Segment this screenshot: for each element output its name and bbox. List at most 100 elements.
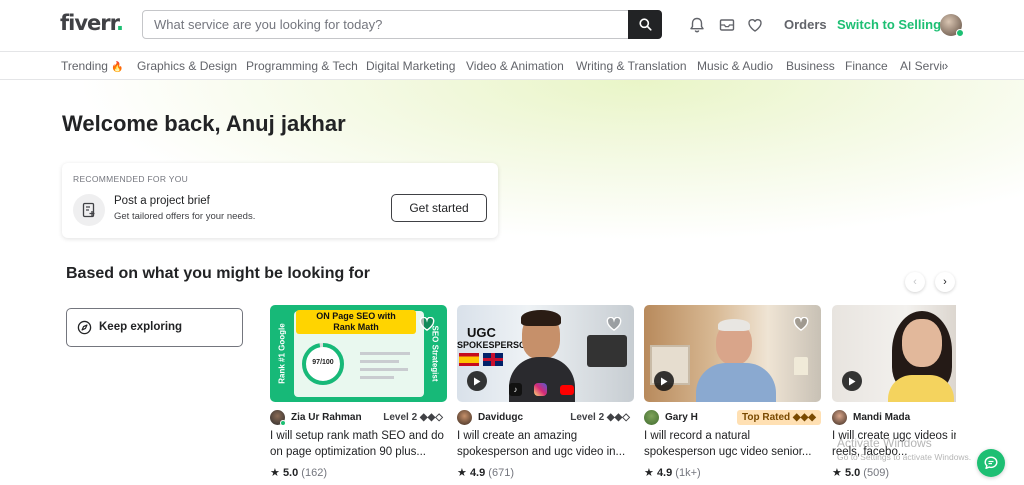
- gig-title[interactable]: I will record a natural spokesperson ugc…: [644, 428, 821, 460]
- gig-thumb-chart: [360, 349, 416, 389]
- gig-title[interactable]: I will setup rank math SEO and do on pag…: [270, 428, 447, 460]
- seller-name[interactable]: Zia Ur Rahman: [291, 412, 362, 423]
- gig-card[interactable]: Gary H Top Rated ◆◆◆ I will record a nat…: [644, 305, 821, 485]
- instagram-icon: [534, 383, 547, 396]
- favorites-heart-icon[interactable]: [746, 16, 764, 34]
- seller-name[interactable]: Davidugc: [478, 412, 523, 423]
- play-icon: [661, 377, 668, 385]
- gig-thumbnail[interactable]: [832, 305, 956, 402]
- search-icon: [638, 18, 652, 31]
- seller-avatar[interactable]: [644, 410, 659, 425]
- gig-thumb-ugc: UGC: [467, 325, 496, 340]
- gig-thumbnail[interactable]: [644, 305, 821, 402]
- top-rated-badge: Top Rated ◆◆◆: [737, 410, 821, 425]
- user-avatar[interactable]: [940, 14, 964, 37]
- gig-rating: ★ 4.9 (1k+): [644, 467, 701, 479]
- person-body: [696, 363, 776, 402]
- gig-thumbnail[interactable]: ON Page SEO with Rank Math Rank #1 Google…: [270, 305, 447, 402]
- chevron-right-icon: ›: [943, 276, 947, 288]
- score-text: 97/100: [312, 359, 334, 366]
- seller-avatar[interactable]: [457, 410, 472, 425]
- play-button[interactable]: [467, 371, 487, 391]
- mail-icon[interactable]: [718, 16, 736, 34]
- seller-name[interactable]: Mandi Mada: [853, 412, 910, 423]
- orders-link[interactable]: Orders: [784, 17, 827, 32]
- gig-title[interactable]: I will create an amazing spokesperson an…: [457, 428, 634, 460]
- fire-icon: 🔥: [111, 62, 124, 73]
- star-icon: ★: [457, 467, 467, 479]
- seller-row: Gary H Top Rated ◆◆◆: [644, 410, 821, 426]
- gig-card[interactable]: UGC SPOKESPERSON ♪ Davidugc Level 2 ◆◆◇ …: [457, 305, 634, 485]
- gig-thumbnail[interactable]: UGC SPOKESPERSON ♪: [457, 305, 634, 402]
- recommended-label: RECOMMENDED FOR YOU: [73, 174, 189, 184]
- seller-avatar[interactable]: [832, 410, 847, 425]
- category-graphics-design[interactable]: Graphics & Design: [137, 59, 237, 73]
- gig-card[interactable]: ON Page SEO with Rank Math Rank #1 Google…: [270, 305, 447, 485]
- gig-thumb-side-text-left: Rank #1 Google: [277, 323, 287, 384]
- compass-icon: [77, 320, 92, 335]
- category-writing-translation[interactable]: Writing & Translation: [576, 59, 687, 73]
- recommended-card: RECOMMENDED FOR YOU Post a project brief…: [62, 163, 498, 238]
- gig-rating: ★ 4.9 (671): [457, 467, 514, 479]
- seller-row: Davidugc Level 2 ◆◆◇: [457, 410, 634, 426]
- windows-watermark-subtitle: Go to Settings to activate Windows.: [837, 452, 972, 462]
- person-hair: [718, 319, 750, 331]
- seller-row: Mandi Mada: [832, 410, 956, 426]
- keep-exploring-button[interactable]: Keep exploring: [66, 308, 243, 347]
- gig-rating: ★ 5.0 (509): [832, 467, 889, 479]
- heart-icon[interactable]: [793, 317, 809, 331]
- top-header: fiverr. Orders Switch to Selling: [0, 0, 1024, 50]
- category-music-audio[interactable]: Music & Audio: [697, 59, 773, 73]
- recommended-subtitle: Get tailored offers for your needs.: [114, 211, 256, 222]
- carousel-prev-button[interactable]: ‹: [905, 272, 925, 292]
- tiktok-icon: ♪: [509, 383, 522, 396]
- category-video-animation[interactable]: Video & Animation: [466, 59, 564, 73]
- category-programming-tech[interactable]: Programming & Tech: [246, 59, 358, 73]
- welcome-heading: Welcome back, Anuj jakhar: [62, 111, 346, 136]
- search-bar: [142, 10, 662, 39]
- search-input[interactable]: [143, 11, 629, 38]
- play-button[interactable]: [842, 371, 862, 391]
- category-ai-services[interactable]: AI Servic: [900, 59, 944, 73]
- person-body: [888, 375, 954, 402]
- play-icon: [474, 377, 481, 385]
- carousel-next-button[interactable]: ›: [935, 272, 955, 292]
- category-scroll-right-icon[interactable]: ›: [944, 58, 948, 73]
- get-started-button[interactable]: Get started: [391, 194, 487, 222]
- seller-row: Zia Ur Rahman Level 2 ◆◆◇: [270, 410, 447, 426]
- star-icon: ★: [270, 467, 280, 479]
- recommended-title: Post a project brief: [114, 195, 210, 207]
- category-finance[interactable]: Finance: [845, 59, 888, 73]
- gig-rating: ★ 5.0 (162): [270, 467, 327, 479]
- category-business[interactable]: Business: [786, 59, 835, 73]
- gig-thumb-banner: ON Page SEO with Rank Math: [296, 310, 416, 334]
- heart-icon[interactable]: [419, 317, 435, 331]
- windows-watermark-title: Activate Windows: [837, 436, 932, 450]
- brief-icon: [73, 194, 105, 226]
- flag-uk: [483, 353, 503, 366]
- switch-to-selling-link[interactable]: Switch to Selling: [837, 17, 941, 32]
- seller-level: Level 2 ◆◆◇: [570, 412, 630, 423]
- play-button[interactable]: [654, 371, 674, 391]
- category-trending[interactable]: Trending 🔥: [61, 59, 124, 73]
- category-nav: Trending 🔥 Graphics & Design Programming…: [0, 51, 1024, 80]
- chat-icon: [984, 456, 998, 469]
- star-icon: ★: [644, 467, 654, 479]
- online-status-dot: [956, 29, 964, 37]
- flag-spain: [459, 353, 479, 366]
- keep-exploring-label: Keep exploring: [99, 321, 183, 333]
- seller-name[interactable]: Gary H: [665, 412, 698, 423]
- seller-avatar[interactable]: [270, 410, 286, 426]
- category-digital-marketing[interactable]: Digital Marketing: [366, 59, 455, 73]
- chat-button[interactable]: [977, 449, 1005, 477]
- lamp-shape: [794, 357, 808, 375]
- section-title: Based on what you might be looking for: [66, 265, 371, 282]
- search-button[interactable]: [628, 10, 662, 39]
- monitor-shape: [587, 335, 627, 367]
- youtube-icon: [560, 385, 574, 395]
- chevron-left-icon: ‹: [913, 276, 917, 288]
- fiverr-logo[interactable]: fiverr.: [60, 11, 124, 35]
- heart-icon[interactable]: [606, 317, 622, 331]
- bell-icon[interactable]: [688, 16, 706, 34]
- star-icon: ★: [832, 467, 842, 479]
